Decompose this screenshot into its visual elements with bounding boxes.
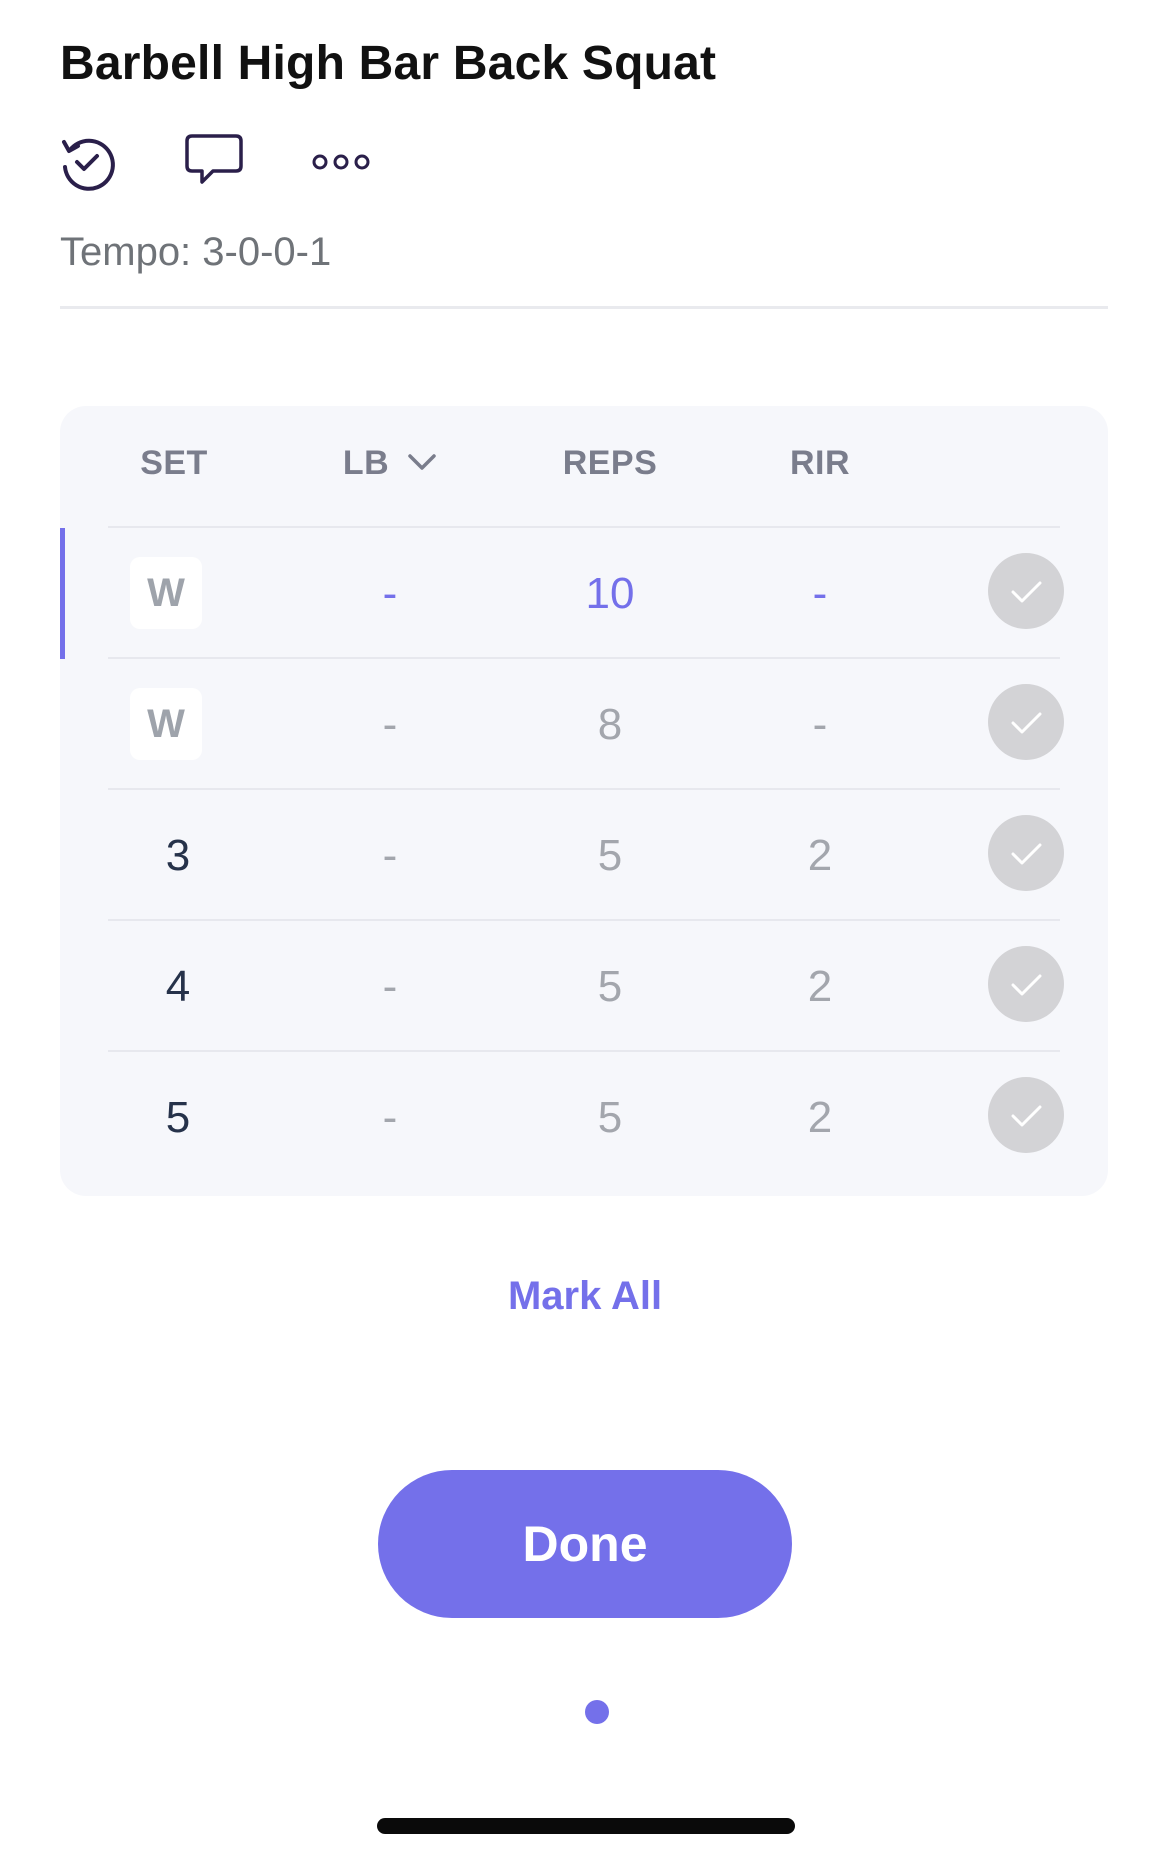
complete-set-button[interactable]	[988, 553, 1064, 629]
checkmark-icon	[1011, 974, 1042, 996]
chevron-down-icon	[408, 454, 436, 470]
reps-cell[interactable]: 5	[510, 1052, 710, 1183]
set-row[interactable]: W - 10 -	[60, 526, 1064, 659]
column-header-rir: RIR	[789, 444, 851, 482]
reps-cell[interactable]: 5	[510, 921, 710, 1052]
exercise-screen: Barbell High Bar Back Squat Tempo: 3-0-0…	[0, 0, 1170, 1858]
set-row[interactable]: W - 8 -	[108, 657, 1064, 790]
column-header-set: SET	[140, 444, 208, 482]
page-indicator-dot	[585, 1700, 609, 1724]
weight-cell[interactable]: -	[300, 1052, 480, 1183]
weight-cell[interactable]: -	[300, 921, 480, 1052]
set-number[interactable]: 3	[108, 790, 248, 921]
set-row[interactable]: 4 - 5 2	[108, 919, 1064, 1052]
set-number[interactable]: 5	[108, 1052, 248, 1183]
weight-cell[interactable]: -	[300, 659, 480, 790]
done-button[interactable]: Done	[378, 1470, 792, 1618]
active-row-indicator	[60, 528, 65, 659]
set-row[interactable]: 3 - 5 2	[108, 788, 1064, 921]
rir-cell[interactable]: 2	[720, 1052, 920, 1183]
weight-cell[interactable]: -	[300, 790, 480, 921]
reps-cell[interactable]: 5	[510, 790, 710, 921]
checkmark-icon	[1011, 843, 1042, 865]
set-number[interactable]: 4	[108, 921, 248, 1052]
complete-set-button[interactable]	[988, 815, 1064, 891]
checkmark-icon	[1011, 581, 1042, 603]
exercise-title: Barbell High Bar Back Squat	[60, 37, 717, 90]
more-icon[interactable]	[310, 130, 372, 192]
comment-icon[interactable]	[183, 130, 245, 192]
table-header: SET LB REPS RIR	[60, 406, 1108, 526]
warmup-badge[interactable]: W	[130, 688, 202, 760]
rir-cell[interactable]: 2	[720, 921, 920, 1052]
rir-cell[interactable]: -	[720, 659, 920, 790]
column-header-reps: REPS	[562, 444, 658, 482]
warmup-badge[interactable]: W	[130, 557, 202, 629]
complete-set-button[interactable]	[988, 684, 1064, 760]
reps-cell[interactable]: 10	[510, 528, 710, 659]
rir-cell[interactable]: -	[720, 528, 920, 659]
sets-table: SET LB REPS RIR W - 10 - W - 8 - 3 - 5 2…	[60, 406, 1108, 1196]
weight-cell[interactable]: -	[300, 528, 480, 659]
reps-cell[interactable]: 8	[510, 659, 710, 790]
home-indicator[interactable]	[377, 1818, 795, 1834]
complete-set-button[interactable]	[988, 946, 1064, 1022]
mark-all-button[interactable]: Mark All	[0, 1274, 1170, 1319]
column-header-lb: LB	[342, 444, 390, 482]
history-check-icon[interactable]	[56, 130, 118, 192]
divider	[60, 306, 1108, 309]
checkmark-icon	[1011, 712, 1042, 734]
complete-set-button[interactable]	[988, 1077, 1064, 1153]
tempo-text: Tempo: 3-0-0-1	[60, 230, 332, 274]
checkmark-icon	[1011, 1105, 1042, 1127]
set-row[interactable]: 5 - 5 2	[108, 1050, 1064, 1183]
rir-cell[interactable]: 2	[720, 790, 920, 921]
action-icon-row	[56, 130, 396, 192]
unit-dropdown[interactable]: LB	[300, 444, 480, 483]
